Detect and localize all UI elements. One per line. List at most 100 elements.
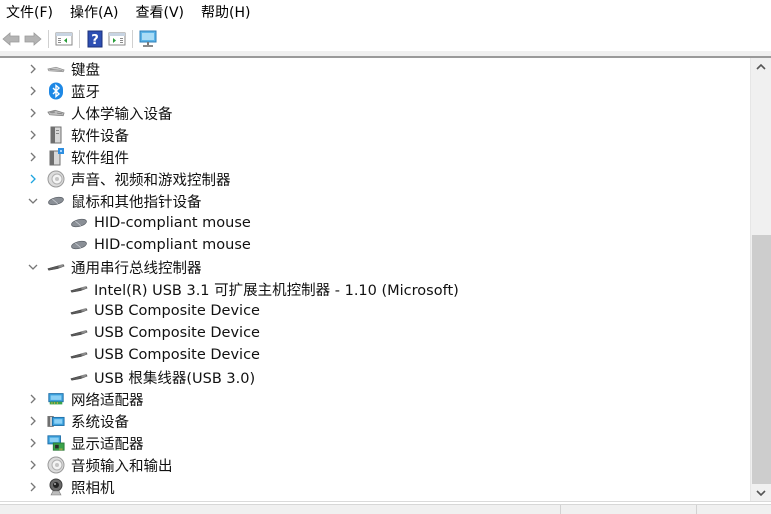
monitor-icon [139, 30, 157, 47]
tree-device[interactable]: USB Composite Device [0, 322, 750, 344]
tree-item-label: 键盘 [71, 62, 100, 79]
tree-category[interactable]: 鼠标和其他指针设备 [0, 190, 750, 212]
tree-item-label: 系统设备 [71, 414, 129, 431]
console-tree-icon [55, 32, 73, 45]
toolbar-divider [0, 51, 771, 58]
expand-chevron-right-icon[interactable] [26, 432, 40, 454]
tree-item-label: USB 根集线器(USB 3.0) [94, 370, 256, 387]
tree-device[interactable]: Intel(R) USB 3.1 可扩展主机控制器 - 1.10 (Micros… [0, 278, 750, 300]
display-adapter-icon [47, 434, 65, 452]
show-hide-console-tree-button[interactable] [53, 28, 75, 50]
usb-icon [70, 346, 88, 364]
expand-chevron-down-icon[interactable] [26, 190, 40, 212]
tree-category[interactable]: 软件设备 [0, 124, 750, 146]
expand-chevron-right-icon[interactable] [26, 146, 40, 168]
expand-chevron-right-icon[interactable] [26, 124, 40, 146]
tree-category[interactable]: 软件组件 [0, 146, 750, 168]
svg-text:?: ? [91, 33, 99, 48]
tree-category[interactable]: 显示适配器 [0, 432, 750, 454]
keyboard-icon [47, 60, 65, 78]
chevron-down-icon [756, 489, 766, 496]
tree-category[interactable]: 音频输入和输出 [0, 454, 750, 476]
tree-item-label: 照相机 [71, 480, 115, 497]
tree-item-label: 网络适配器 [71, 392, 144, 409]
tree-category[interactable]: 蓝牙 [0, 80, 750, 102]
toolbar-separator [132, 29, 133, 48]
tree-category[interactable]: 键盘 [0, 58, 750, 80]
chevron-up-icon [756, 63, 766, 70]
forward-arrow-icon [24, 31, 42, 46]
expand-chevron-right-icon[interactable] [26, 58, 40, 80]
tree-item-label: 音频输入和输出 [71, 458, 173, 475]
network-adapter-icon [47, 390, 65, 408]
device-tree: 键盘蓝牙人体学输入设备 软件设备软件组件声音、视频和游戏控制器 鼠标和其他指针设备 H… [0, 58, 750, 501]
expand-chevron-right-icon[interactable] [26, 410, 40, 432]
tree-category[interactable]: 网络适配器 [0, 388, 750, 410]
tree-category[interactable]: 照相机 [0, 476, 750, 498]
expand-chevron-right-icon[interactable] [26, 476, 40, 498]
tree-device[interactable]: USB Composite Device [0, 300, 750, 322]
scan-hardware-button[interactable] [137, 28, 159, 50]
tree-device[interactable]: HID-compliant mouse [0, 212, 750, 234]
menu-bar: 文件(F) 操作(A) 查看(V) 帮助(H) [0, 0, 771, 26]
usb-icon [47, 258, 65, 276]
status-pane [696, 505, 771, 514]
tree-category[interactable]: 通用串行总线控制器 [0, 256, 750, 278]
toolbar-separator [48, 29, 49, 48]
tree-item-label: 软件组件 [71, 150, 129, 167]
tree-item-label: USB Composite Device [94, 325, 260, 341]
forward-button[interactable] [22, 28, 44, 50]
usb-icon [70, 324, 88, 342]
tree-item-label: USB Composite Device [94, 347, 260, 363]
scroll-thumb[interactable] [752, 235, 771, 484]
tree-item-label: 显示适配器 [71, 436, 144, 453]
tree-item-label: 软件设备 [71, 128, 129, 145]
toolbar: ? [0, 26, 771, 51]
tree-device[interactable]: USB Composite Device [0, 344, 750, 366]
usb-icon [70, 280, 88, 298]
tree-device[interactable]: HID-compliant mouse [0, 234, 750, 256]
expand-chevron-right-icon[interactable] [26, 388, 40, 410]
back-arrow-icon [2, 31, 20, 46]
toolbar-separator [79, 29, 80, 48]
status-bar [0, 504, 771, 514]
tree-item-label: HID-compliant mouse [94, 215, 251, 231]
camera-icon [47, 478, 65, 496]
tree-item-label: HID-compliant mouse [94, 237, 251, 253]
scroll-down-button[interactable] [751, 484, 771, 501]
expand-chevron-down-icon[interactable] [26, 256, 40, 278]
tree-category[interactable]: 人体学输入设备 [0, 102, 750, 124]
menu-action[interactable]: 操作(A) [64, 0, 125, 26]
action-pane-icon [108, 32, 126, 45]
mouse-icon [70, 236, 88, 254]
expand-chevron-right-icon[interactable] [26, 454, 40, 476]
menu-file[interactable]: 文件(F) [0, 0, 59, 26]
tree-device[interactable]: USB 根集线器(USB 3.0) [0, 366, 750, 388]
tree-item-label: USB Composite Device [94, 303, 260, 319]
tree-item-label: Intel(R) USB 3.1 可扩展主机控制器 - 1.10 (Micros… [94, 282, 459, 299]
tree-category[interactable]: 声音、视频和游戏控制器 [0, 168, 750, 190]
tree-item-label: 人体学输入设备 [71, 106, 173, 123]
system-device-icon [47, 412, 65, 430]
tree-category[interactable]: 系统设备 [0, 410, 750, 432]
usb-icon [70, 302, 88, 320]
tree-item-label: 鼠标和其他指针设备 [71, 194, 202, 211]
mouse-icon [47, 192, 65, 210]
help-button[interactable]: ? [84, 28, 106, 50]
hid-icon [47, 104, 65, 122]
tree-item-label: 声音、视频和游戏控制器 [71, 172, 231, 189]
tree-item-label: 蓝牙 [71, 84, 100, 101]
menu-help[interactable]: 帮助(H) [195, 0, 256, 26]
software-device-icon [47, 126, 65, 144]
tree-item-label: 通用串行总线控制器 [71, 260, 202, 277]
help-icon: ? [87, 30, 103, 48]
back-button[interactable] [0, 28, 22, 50]
menu-view[interactable]: 查看(V) [130, 0, 191, 26]
show-hide-action-pane-button[interactable] [106, 28, 128, 50]
expand-chevron-right-icon[interactable] [26, 168, 40, 190]
expand-chevron-right-icon[interactable] [26, 102, 40, 124]
vertical-scrollbar[interactable] [750, 58, 771, 501]
software-component-icon [47, 148, 65, 166]
expand-chevron-right-icon[interactable] [26, 80, 40, 102]
scroll-up-button[interactable] [751, 58, 771, 75]
